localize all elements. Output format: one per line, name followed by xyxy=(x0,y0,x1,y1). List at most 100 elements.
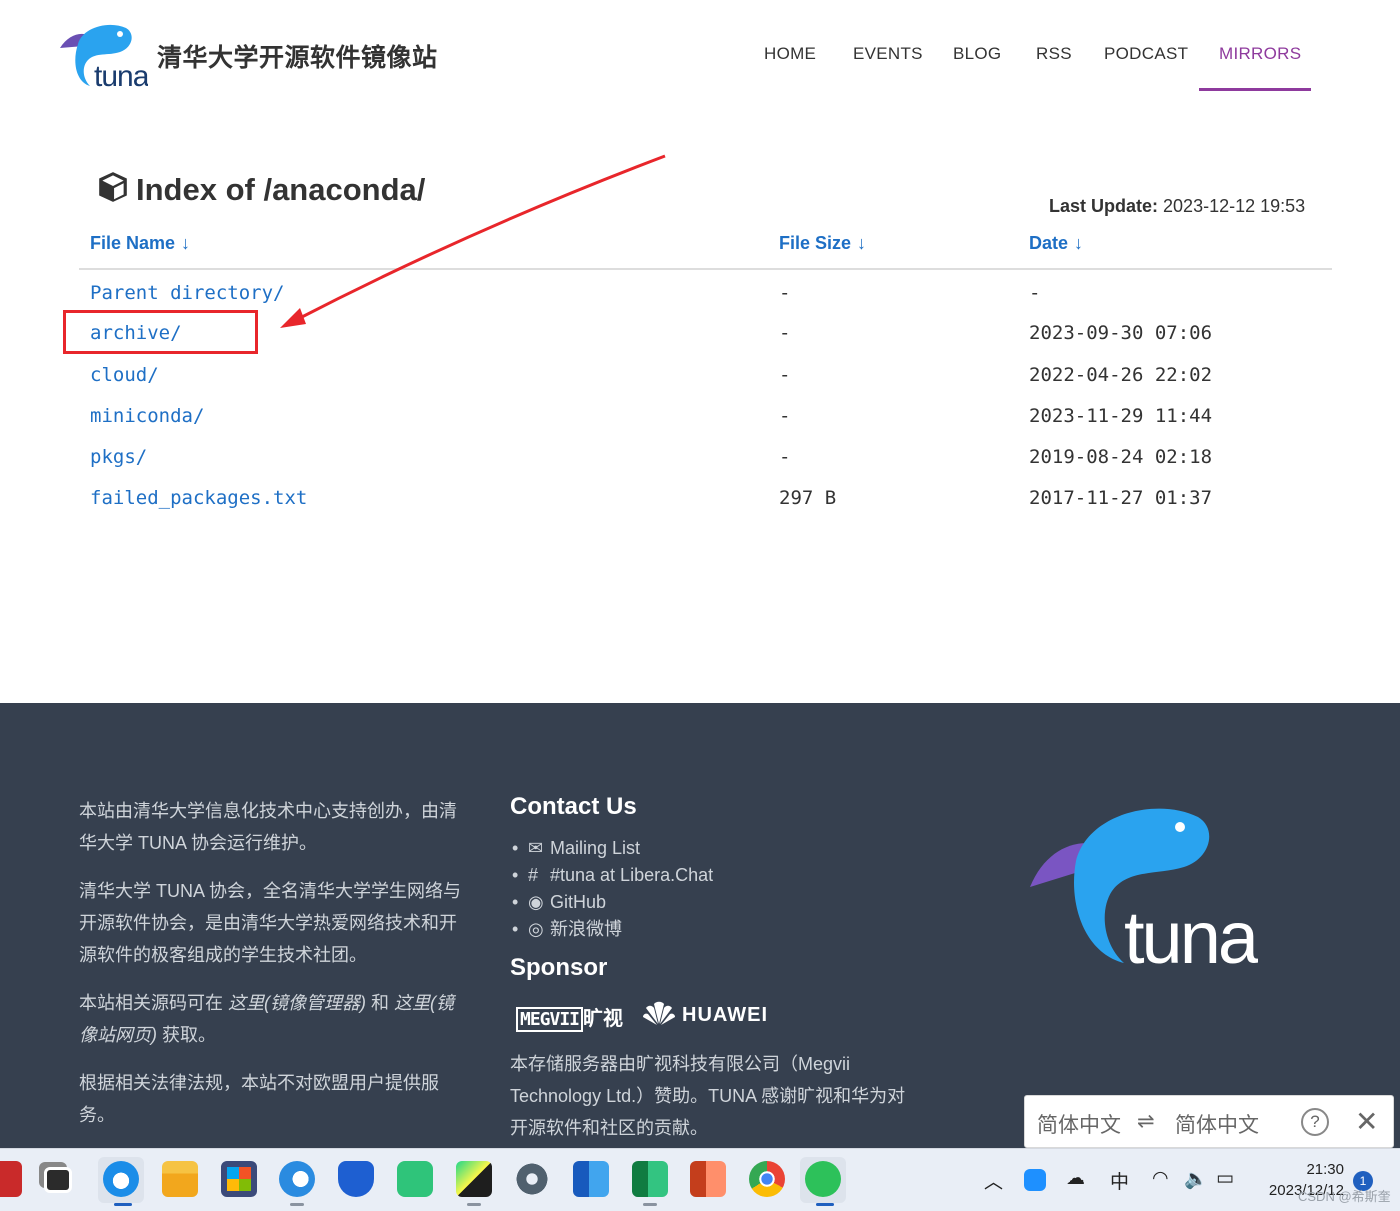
nav-active-underline xyxy=(1199,88,1311,91)
help-icon[interactable]: ? xyxy=(1301,1108,1329,1136)
clock-time: 21:30 xyxy=(1306,1161,1344,1178)
contact-list: • ✉ Mailing List • # #tuna at Libera.Chat • ◉… xyxy=(512,835,713,943)
huawei-flower-icon xyxy=(643,1001,675,1025)
swap-languages-icon[interactable]: ⇌ xyxy=(1137,1109,1155,1134)
excel-icon[interactable] xyxy=(632,1161,668,1197)
nav-blog[interactable]: BLOG xyxy=(953,44,1001,64)
megvii-cn-wordmark: 旷视 xyxy=(583,1008,624,1030)
app-indicator xyxy=(467,1203,481,1206)
table-row: pkgs/ - 2019-08-24 02:18 xyxy=(0,446,1400,486)
tuna-footer-logo: tuna xyxy=(1030,808,1258,973)
megvii-logo[interactable]: MEGVII 旷视 xyxy=(516,1002,624,1032)
nav-mirrors[interactable]: MIRRORS xyxy=(1219,44,1301,64)
contact-item-weibo[interactable]: • ◎ 新浪微博 xyxy=(512,916,713,943)
file-size: - xyxy=(779,446,791,468)
nav-podcast[interactable]: PODCAST xyxy=(1104,44,1188,64)
contact-heading: Contact Us xyxy=(510,793,637,820)
source-link-manager[interactable]: 这里(镜像管理器) xyxy=(228,993,366,1013)
shopping-bag-icon[interactable] xyxy=(397,1161,433,1197)
wifi-icon[interactable]: ◠ xyxy=(1152,1167,1169,1190)
close-icon[interactable]: ✕ xyxy=(1355,1105,1378,1138)
nav-rss[interactable]: RSS xyxy=(1036,44,1072,64)
ie-icon[interactable] xyxy=(279,1161,315,1197)
windows-taskbar: ︿ ☁ 中 ◠ 🔈 ▭ 21:30 2023/12/12 1 xyxy=(0,1148,1400,1211)
contact-item-mailing-list[interactable]: • ✉ Mailing List xyxy=(512,835,713,862)
contact-item-github[interactable]: • ◉ GitHub xyxy=(512,889,713,916)
file-explorer-icon[interactable] xyxy=(162,1161,198,1197)
wechat-icon[interactable] xyxy=(805,1161,841,1197)
source-text: 和 xyxy=(366,993,395,1013)
ime-indicator[interactable]: 中 xyxy=(1110,1167,1129,1194)
active-indicator xyxy=(816,1203,834,1206)
file-date: - xyxy=(1029,282,1041,304)
huawei-logo[interactable]: HUAWEI xyxy=(642,1000,768,1027)
table-header-divider xyxy=(79,268,1332,270)
about-paragraph: 本站由清华大学信息化技术中心支持创办，由清华大学 TUNA 协会运行维护。 xyxy=(79,801,457,853)
edge-browser-icon[interactable] xyxy=(103,1161,139,1197)
column-header-file-name[interactable]: File Name ↓ xyxy=(90,233,190,254)
file-size: 297 B xyxy=(779,487,837,509)
source-text: 本站相关源码可在 xyxy=(79,993,229,1013)
file-date: 2017-11-27 01:37 xyxy=(1029,487,1213,509)
table-row: miniconda/ - 2023-11-29 11:44 xyxy=(0,405,1400,445)
site-footer: 本站由清华大学信息化技术中心支持创办，由清华大学 TUNA 协会运行维护。 清华… xyxy=(0,703,1400,1148)
megvii-wordmark: MEGVII xyxy=(516,1007,584,1032)
tray-app-icon[interactable] xyxy=(1024,1169,1046,1191)
file-size: - xyxy=(779,282,791,304)
column-header-file-size-label: File Size xyxy=(779,233,852,253)
contact-label: 新浪微博 xyxy=(550,919,622,939)
file-date: 2019-08-24 02:18 xyxy=(1029,446,1213,468)
column-header-file-name-label: File Name xyxy=(90,233,176,253)
app-icon-partial[interactable] xyxy=(0,1161,22,1197)
footer-logo-text: tuna xyxy=(1124,896,1258,973)
contact-item-irc[interactable]: • # #tuna at Libera.Chat xyxy=(512,862,713,889)
page: tuna 清华大学开源软件镜像站 HOME EVENTS BLOG RSS PO… xyxy=(0,0,1400,1211)
sort-arrow-icon: ↓ xyxy=(181,233,191,253)
logo-text: tuna xyxy=(94,60,148,92)
source-text: 获取。 xyxy=(157,1025,217,1045)
translate-target-language[interactable]: 简体中文 xyxy=(1175,1109,1259,1139)
file-link-cloud[interactable]: cloud/ xyxy=(90,364,159,386)
github-icon: ◉ xyxy=(528,892,544,912)
onedrive-cloud-icon[interactable]: ☁ xyxy=(1066,1167,1085,1190)
page-title: Index of /anaconda/ xyxy=(96,170,425,208)
app-indicator xyxy=(643,1203,657,1206)
word-icon[interactable] xyxy=(573,1161,609,1197)
battery-icon[interactable]: ▭ xyxy=(1216,1167,1234,1190)
file-link-miniconda[interactable]: miniconda/ xyxy=(90,405,204,427)
table-row: cloud/ - 2022-04-26 22:02 xyxy=(0,364,1400,404)
about-source-paragraph: 本站相关源码可在 这里(镜像管理器) 和 这里(镜像站网页) 获取。 xyxy=(79,987,469,1051)
column-header-date[interactable]: Date ↓ xyxy=(1029,233,1083,254)
chrome-icon[interactable] xyxy=(749,1161,785,1197)
page-title-text: Index of /anaconda/ xyxy=(136,172,426,207)
translate-popup: 简体中文 ⇌ 简体中文 ? ✕ xyxy=(1024,1095,1394,1148)
last-update: Last Update: 2023-12-12 19:53 xyxy=(1049,196,1305,217)
translate-source-language[interactable]: 简体中文 xyxy=(1037,1109,1121,1139)
about-paragraph: 清华大学 TUNA 协会，全名清华大学学生网络与开源软件协会，是由清华大学热爱网… xyxy=(79,881,462,965)
file-link-failed-packages[interactable]: failed_packages.txt xyxy=(90,487,307,509)
site-title[interactable]: 清华大学开源软件镜像站 xyxy=(157,38,438,74)
pycharm-icon[interactable] xyxy=(456,1161,492,1197)
file-link-pkgs[interactable]: pkgs/ xyxy=(90,446,147,468)
weibo-icon: ◎ xyxy=(528,919,544,939)
powerpoint-icon[interactable] xyxy=(690,1161,726,1197)
tray-expand-icon[interactable]: ︿ xyxy=(984,1167,1003,1194)
nav-events[interactable]: EVENTS xyxy=(853,44,923,64)
tuna-logo[interactable]: tuna xyxy=(56,22,148,92)
task-view-icon[interactable] xyxy=(44,1167,72,1193)
table-row: failed_packages.txt 297 B 2017-11-27 01:… xyxy=(0,487,1400,527)
column-header-date-label: Date xyxy=(1029,233,1069,253)
security-shield-icon[interactable] xyxy=(338,1161,374,1197)
file-size: - xyxy=(779,364,791,386)
envelope-icon: ✉ xyxy=(528,838,544,858)
sponsor-text: 本存储服务器由旷视科技有限公司（Megvii Technology Ltd.）赞… xyxy=(510,1054,906,1138)
column-header-file-size[interactable]: File Size ↓ xyxy=(779,233,866,254)
nav-home[interactable]: HOME xyxy=(764,44,816,64)
app-indicator xyxy=(290,1203,304,1206)
volume-icon[interactable]: 🔈 xyxy=(1184,1167,1208,1191)
settings-gear-icon[interactable] xyxy=(514,1161,550,1197)
file-date: 2023-11-29 11:44 xyxy=(1029,405,1213,427)
file-date: 2022-04-26 22:02 xyxy=(1029,364,1213,386)
store-icon[interactable] xyxy=(221,1161,257,1197)
file-link-parent-directory[interactable]: Parent directory/ xyxy=(90,282,284,304)
